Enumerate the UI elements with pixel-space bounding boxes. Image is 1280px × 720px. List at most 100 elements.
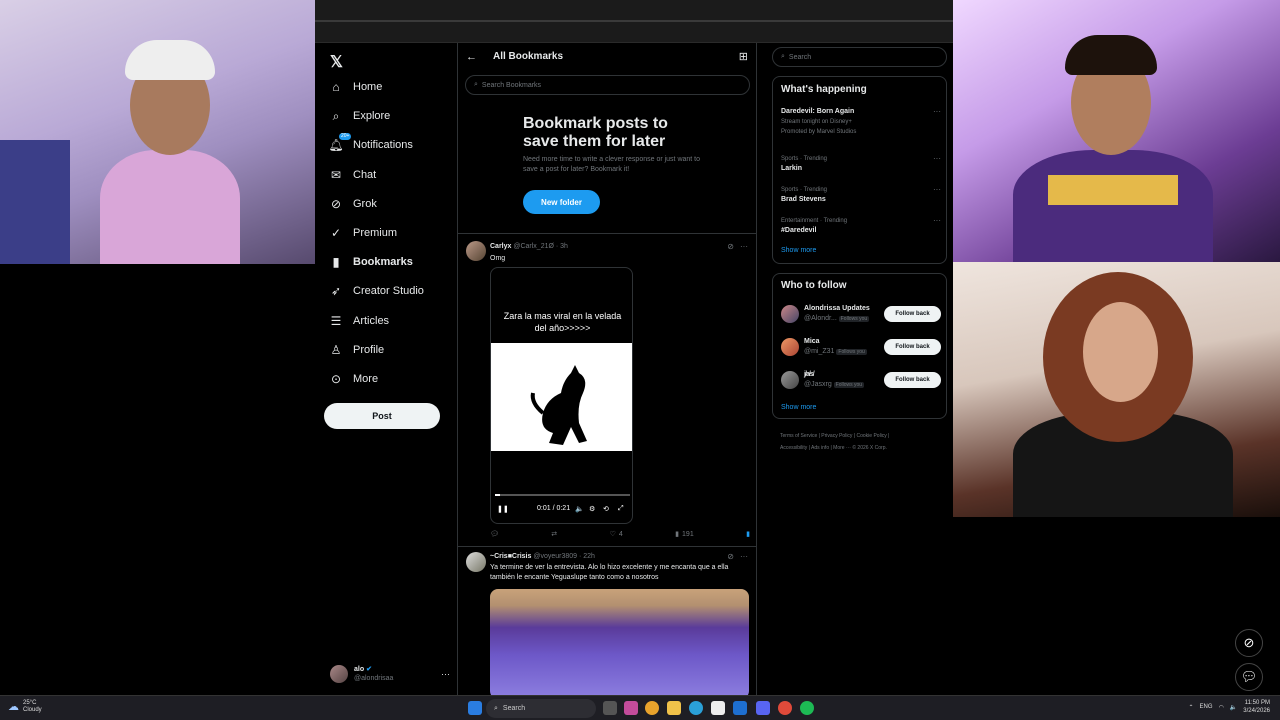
sidebar-item-notifications[interactable]: 🔔︎ 20+ Notifications <box>328 133 413 156</box>
follow-suggestion[interactable]: Mica @mi_Z31 Follows you Follow back <box>781 335 941 359</box>
sidebar-item-home[interactable]: ⌂ Home <box>329 76 382 98</box>
post-author[interactable]: ~Cris■Crisis <box>490 553 531 560</box>
taskbar-search-label: Search <box>502 705 526 712</box>
trend-sub: Stream tonight on Disney+ <box>781 119 852 125</box>
task-view-icon[interactable] <box>603 701 617 715</box>
follow-back-button[interactable]: Follow back <box>884 339 941 355</box>
follow-handle: @Alondr... <box>804 315 837 322</box>
bookmark-search-input[interactable]: ⌕ Search Bookmarks <box>465 75 750 95</box>
volume-icon[interactable]: 🔈 <box>1230 704 1237 711</box>
back-arrow-icon[interactable]: ← <box>466 51 477 63</box>
trend-name: Brad Stevens <box>781 196 826 203</box>
clock[interactable]: 11:50 PM 3/24/2026 <box>1243 699 1270 715</box>
store-icon[interactable] <box>711 701 725 715</box>
weather-temp: 25°C <box>23 700 37 706</box>
avatar[interactable] <box>781 371 799 389</box>
sidebar-item-label: Articles <box>353 314 390 327</box>
views-button[interactable]: ▮ 191 <box>675 530 694 539</box>
copilot-icon[interactable] <box>624 701 638 715</box>
avatar[interactable] <box>466 241 486 261</box>
loop-icon[interactable]: ⟲ <box>603 505 609 513</box>
sidebar-item-articles[interactable]: ☰ Articles <box>329 310 389 332</box>
sidebar-item-chat[interactable]: ✉ Chat <box>329 164 376 186</box>
grok-icon[interactable]: ⊘ <box>727 552 734 561</box>
trend-item[interactable]: Entertainment · Trending #Daredevil ··· <box>781 216 941 236</box>
sidebar-item-label: Profile <box>353 343 385 356</box>
trend-item[interactable]: Sports · Trending Larkin ··· <box>781 154 941 174</box>
grok-icon[interactable]: ⊘ <box>1235 629 1263 657</box>
avatar[interactable] <box>781 305 799 323</box>
bookmark-icon[interactable]: ▮ <box>746 530 750 538</box>
mail-icon[interactable] <box>733 701 747 715</box>
video-progress-bar[interactable] <box>495 494 630 496</box>
reply-icon[interactable]: 💬︎ <box>490 530 499 538</box>
settings-icon[interactable]: ⚙ <box>589 505 595 513</box>
grok-icon[interactable]: ⊘ <box>727 242 734 251</box>
post-text: Ya termine de ver la entrevista. Alo lo … <box>490 564 729 581</box>
empty-state-title: Bookmark posts to save them for later <box>523 115 668 150</box>
app-icon[interactable] <box>778 701 792 715</box>
taskbar-search[interactable]: ⌕ Search <box>486 699 596 718</box>
show-more-link[interactable]: Show more <box>781 247 816 254</box>
follow-name: j̸a̸s̸ <box>804 371 814 378</box>
footer-line[interactable]: Terms of Service | Privacy Policy | Cook… <box>780 430 945 442</box>
new-folder-button[interactable]: New folder <box>523 190 600 214</box>
trend-item[interactable]: Daredevil: Born Again Stream tonight on D… <box>781 107 941 137</box>
follow-back-button[interactable]: Follow back <box>884 306 941 322</box>
sidebar-item-creator-studio[interactable]: ➶ Creator Studio <box>329 280 424 302</box>
weather-widget[interactable]: ☁ 25°C Cloudy <box>8 700 42 714</box>
repost-icon[interactable]: ⇄ <box>551 530 557 538</box>
file-explorer-icon[interactable] <box>667 701 681 715</box>
footer-links[interactable]: Terms of Service | Privacy Policy | Cook… <box>780 430 945 454</box>
account-switcher[interactable]: alo ✔ @alondrisaa ··· <box>330 663 450 685</box>
wifi-icon[interactable]: ◠ <box>1219 704 1224 711</box>
avatar <box>330 665 348 683</box>
trend-name: Larkin <box>781 165 803 172</box>
video-player[interactable]: Zara la mas viral en la velada del año>>… <box>490 267 633 524</box>
show-more-link[interactable]: Show more <box>781 404 816 411</box>
trend-item[interactable]: Sports · Trending Brad Stevens ··· <box>781 185 941 205</box>
add-folder-icon[interactable]: ⊞ <box>739 50 748 63</box>
more-dots-icon[interactable]: ··· <box>933 185 941 195</box>
edge-icon[interactable] <box>689 701 703 715</box>
chevron-up-icon[interactable]: ⌃ <box>1189 704 1194 711</box>
sidebar-item-more[interactable]: ⊙ More <box>329 368 378 390</box>
fullscreen-icon[interactable]: ⤢ <box>618 505 624 513</box>
video-frame <box>491 343 632 451</box>
more-dots-icon[interactable]: ··· <box>740 242 748 251</box>
more-dots-icon[interactable]: ··· <box>933 216 941 226</box>
follow-back-button[interactable]: Follow back <box>884 372 941 388</box>
sidebar-item-premium[interactable]: ✓ Premium <box>329 222 397 244</box>
avatar[interactable] <box>466 552 486 572</box>
x-logo-icon[interactable]: 𝕏 <box>330 52 343 72</box>
post-image[interactable] <box>490 589 749 695</box>
lang-indicator[interactable]: ENG <box>1200 704 1213 710</box>
post-author[interactable]: Carlyx <box>490 243 511 250</box>
post-button[interactable]: Post <box>324 403 440 429</box>
windows-start-icon[interactable] <box>468 701 482 715</box>
discord-icon[interactable] <box>756 701 770 715</box>
more-dots-icon[interactable]: ··· <box>933 154 941 164</box>
search-input[interactable]: ⌕ Search <box>772 47 947 67</box>
like-button[interactable]: ♡ 4 <box>610 530 623 539</box>
volume-icon[interactable]: 🔈 <box>575 505 584 513</box>
chrome-icon[interactable] <box>645 701 659 715</box>
sidebar-item-grok[interactable]: ⊘ Grok <box>329 193 377 215</box>
post-header: Carlyx @Carlx_21Ø · 3h <box>490 243 568 250</box>
sidebar-item-bookmarks[interactable]: ▮ Bookmarks <box>329 251 413 273</box>
sidebar-item-explore[interactable]: ⌕ Explore <box>329 105 391 127</box>
more-dots-icon[interactable]: ··· <box>933 107 941 117</box>
pause-icon[interactable]: ❚❚ <box>497 505 509 513</box>
footer-line[interactable]: Accessibility | Ads info | More ··· © 20… <box>780 442 945 454</box>
follow-suggestion[interactable]: j̸a̸s̸ @Jasxrg Follows you Follow back <box>781 368 941 392</box>
sidebar-item-label: Home <box>353 81 383 93</box>
chat-bubble-icon[interactable]: 💬︎ <box>1235 663 1263 691</box>
more-dots-icon[interactable]: ··· <box>740 552 748 561</box>
sidebar-item-profile[interactable]: ♙ Profile <box>329 339 385 361</box>
account-handle: @alondrisaa <box>354 675 394 682</box>
divider <box>458 546 756 547</box>
avatar[interactable] <box>781 338 799 356</box>
post-time: · 22h <box>579 553 595 560</box>
spotify-icon[interactable] <box>800 701 814 715</box>
follow-suggestion[interactable]: Alondrissa Updates @Alondr... Follows you… <box>781 302 941 326</box>
